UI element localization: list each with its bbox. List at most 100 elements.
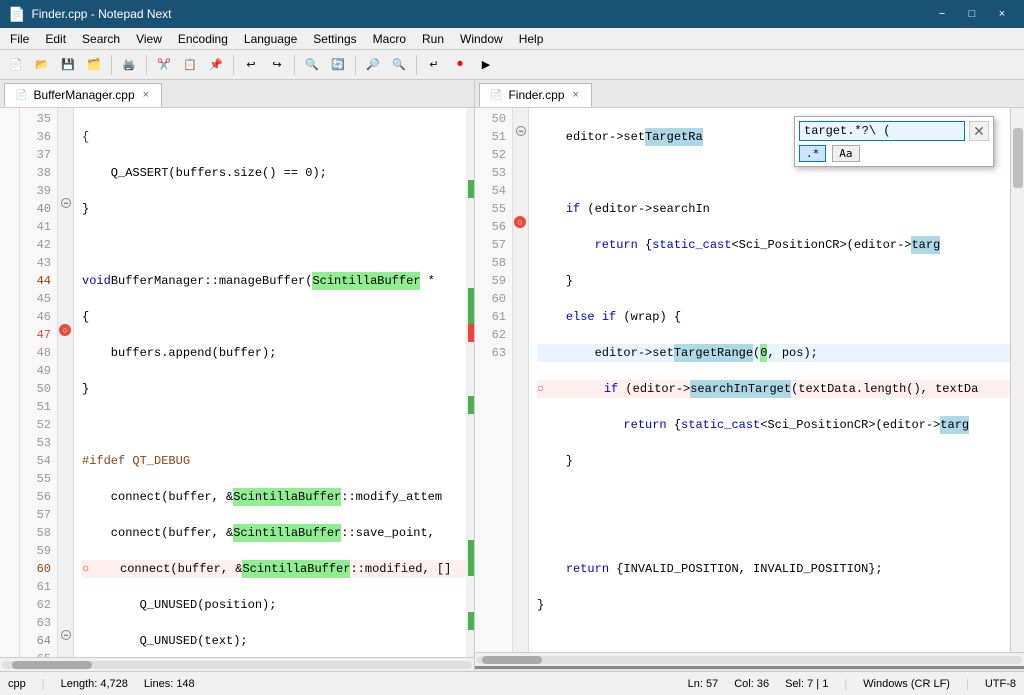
search-input[interactable] xyxy=(799,121,965,141)
rt-code-line-58: return {static_cast<Sci_PositionCR>(edit… xyxy=(537,416,1016,434)
status-sel: Sel: 7 | 1 xyxy=(785,678,828,690)
code-line-43 xyxy=(82,416,466,434)
print-btn[interactable]: 🖨️ xyxy=(117,53,141,77)
menu-help[interactable]: Help xyxy=(511,28,552,50)
regex-button[interactable]: .* xyxy=(799,145,826,162)
rt-code-line-53: return {static_cast<Sci_PositionCR>(edit… xyxy=(537,236,1016,254)
right-top-code-content[interactable]: editor->setTargetRa if (editor->searchIn… xyxy=(529,108,1016,652)
code-line-35: { xyxy=(82,128,466,146)
maximize-button[interactable]: □ xyxy=(958,3,986,25)
tab-icon-finder: 📄 xyxy=(490,90,502,101)
toolbar-sep-2 xyxy=(146,55,147,75)
title-bar-left: 📄 Finder.cpp - Notepad Next xyxy=(8,6,172,23)
play-btn[interactable]: ▶ xyxy=(474,53,498,77)
right-top-h-scroll[interactable] xyxy=(475,652,1024,666)
status-length: Length: 4,728 xyxy=(61,678,128,690)
zoom-out-btn[interactable]: 🔍 xyxy=(387,53,411,77)
left-line-numbers: 35363738 3940414243 444546 47 4849505152… xyxy=(20,108,58,657)
search-options: .* Aa xyxy=(799,145,989,162)
left-pane: 📄 BufferManager.cpp × 35363738 394041424… xyxy=(0,80,475,671)
tab-label-buffermanager: BufferManager.cpp xyxy=(33,88,134,102)
right-bottom-tab-bar: 📄 DockedEditor.cpp × xyxy=(475,669,1024,671)
status-sep-3: | xyxy=(844,678,847,690)
tab-label-finder: Finder.cpp xyxy=(508,88,564,102)
paste-btn[interactable]: 📌 xyxy=(204,53,228,77)
find-btn[interactable]: 🔍 xyxy=(300,53,324,77)
wrap-btn[interactable]: ↵ xyxy=(422,53,446,77)
title-bar: 📄 Finder.cpp - Notepad Next − □ × xyxy=(0,0,1024,28)
minimize-button[interactable]: − xyxy=(928,3,956,25)
menu-bar: File Edit Search View Encoding Language … xyxy=(0,28,1024,50)
toolbar-sep-1 xyxy=(111,55,112,75)
tab-buffermanager[interactable]: 📄 BufferManager.cpp × xyxy=(4,83,162,107)
undo-btn[interactable]: ↩ xyxy=(239,53,263,77)
copy-btn[interactable]: 📋 xyxy=(178,53,202,77)
menu-language[interactable]: Language xyxy=(236,28,305,50)
search-close-button[interactable]: ✕ xyxy=(969,121,989,141)
code-line-42: } xyxy=(82,380,466,398)
save-btn[interactable]: 💾 xyxy=(56,53,80,77)
code-line-46: connect(buffer, &ScintillaBuffer::save_p… xyxy=(82,524,466,542)
code-line-40: { xyxy=(82,308,466,326)
rt-code-line-61 xyxy=(537,524,1016,542)
code-line-36: Q_ASSERT(buffers.size() == 0); xyxy=(82,164,466,182)
menu-encoding[interactable]: Encoding xyxy=(170,28,236,50)
zoom-in-btn[interactable]: 🔎 xyxy=(361,53,385,77)
tab-close-finder[interactable]: × xyxy=(571,89,581,101)
toolbar-sep-4 xyxy=(294,55,295,75)
rt-code-line-59: } xyxy=(537,452,1016,470)
replace-btn[interactable]: 🔄 xyxy=(326,53,350,77)
status-encoding: UTF-8 xyxy=(985,678,1016,690)
record-btn[interactable]: ⏺ xyxy=(448,53,472,77)
menu-search[interactable]: Search xyxy=(74,28,128,50)
close-button[interactable]: × xyxy=(988,3,1016,25)
toolbar-sep-5 xyxy=(355,55,356,75)
tab-finder[interactable]: 📄 Finder.cpp × xyxy=(479,83,592,107)
status-ln: Ln: 57 xyxy=(688,678,719,690)
new-btn[interactable]: 📄 xyxy=(4,53,28,77)
search-input-row: ✕ xyxy=(799,121,989,141)
open-btn[interactable]: 📂 xyxy=(30,53,54,77)
status-line-ending: Windows (CR LF) xyxy=(863,678,950,690)
save-all-btn[interactable]: 🗂️ xyxy=(82,53,106,77)
rt-code-line-54: } xyxy=(537,272,1016,290)
left-margin-indicators xyxy=(466,108,474,657)
menu-macro[interactable]: Macro xyxy=(365,28,414,50)
search-box: ✕ .* Aa xyxy=(794,116,994,167)
left-editor[interactable]: 35363738 3940414243 444546 47 4849505152… xyxy=(0,108,474,657)
right-pane: 📄 Finder.cpp × ✕ .* xyxy=(475,80,1024,671)
cut-btn[interactable]: ✂️ xyxy=(152,53,176,77)
toolbar: 📄 📂 💾 🗂️ 🖨️ ✂️ 📋 📌 ↩ ↪ 🔍 🔄 🔎 🔍 ↵ ⏺ ▶ xyxy=(0,50,1024,80)
status-bar: cpp | Length: 4,728 Lines: 148 Ln: 57 Co… xyxy=(0,671,1024,695)
code-line-39: void BufferManager::manageBuffer(Scintil… xyxy=(82,272,466,290)
right-top-editor[interactable]: ✕ .* Aa 5051525354 5556575859 60616263 ○ xyxy=(475,108,1024,652)
redo-btn[interactable]: ↪ xyxy=(265,53,289,77)
code-line-37: } xyxy=(82,200,466,218)
tab-icon-buffermanager: 📄 xyxy=(15,90,27,101)
code-line-41: buffers.append(buffer); xyxy=(82,344,466,362)
rt-code-line-55: else if (wrap) { xyxy=(537,308,1016,326)
code-line-47: ○ connect(buffer, &ScintillaBuffer::modi… xyxy=(82,560,466,578)
menu-edit[interactable]: Edit xyxy=(37,28,74,50)
case-button[interactable]: Aa xyxy=(832,145,859,162)
tab-close-buffermanager[interactable]: × xyxy=(141,89,151,101)
right-top-tab-bar: 📄 Finder.cpp × xyxy=(475,80,1024,108)
right-top-line-numbers: 5051525354 5556575859 60616263 xyxy=(475,108,513,652)
status-col: Col: 36 xyxy=(734,678,769,690)
title-bar-controls: − □ × xyxy=(928,3,1016,25)
menu-window[interactable]: Window xyxy=(452,28,511,50)
menu-run[interactable]: Run xyxy=(414,28,452,50)
left-code-content[interactable]: { Q_ASSERT(buffers.size() == 0); } void … xyxy=(74,108,466,657)
right-bottom-pane: 📄 DockedEditor.cpp × 6061626364 65666768… xyxy=(475,669,1024,671)
menu-settings[interactable]: Settings xyxy=(305,28,364,50)
window-title: Finder.cpp - Notepad Next xyxy=(31,7,171,21)
right-top-v-scroll[interactable] xyxy=(1010,108,1024,652)
menu-view[interactable]: View xyxy=(128,28,170,50)
left-tab-bar: 📄 BufferManager.cpp × xyxy=(0,80,474,108)
rt-code-line-62: return {INVALID_POSITION, INVALID_POSITI… xyxy=(537,560,1016,578)
left-h-scroll[interactable] xyxy=(0,657,474,671)
code-line-49: Q_UNUSED(text); xyxy=(82,632,466,650)
right-top-pane: 📄 Finder.cpp × ✕ .* xyxy=(475,80,1024,669)
menu-file[interactable]: File xyxy=(2,28,37,50)
status-sep-1: | xyxy=(42,678,45,690)
